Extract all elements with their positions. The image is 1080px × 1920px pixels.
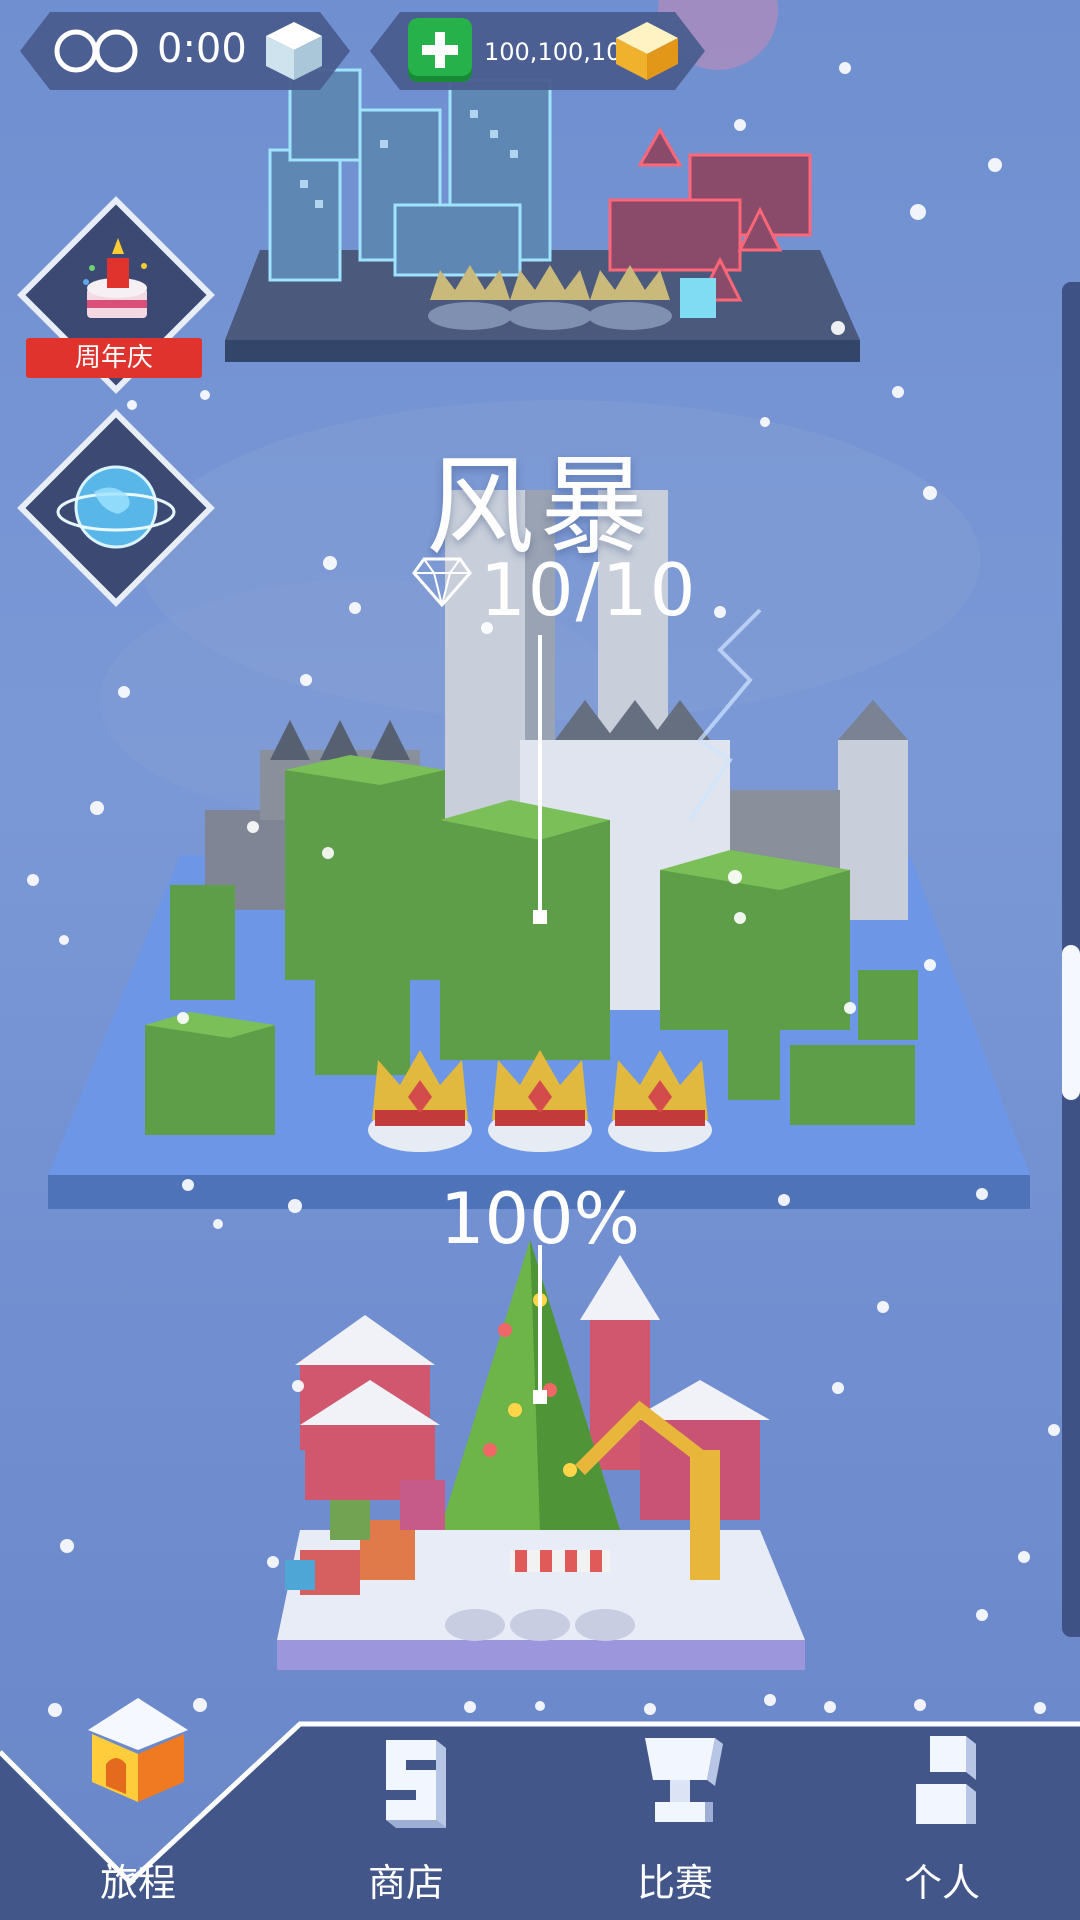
nav-match-label: 比赛 [636, 1861, 713, 1905]
shop-s-icon [386, 1740, 446, 1828]
nav-shop-label: 商店 [367, 1861, 444, 1905]
lives-timer: 0:00 [157, 26, 247, 72]
person-icon [916, 1736, 976, 1824]
nav-match[interactable]: 比赛 [585, 1738, 765, 1920]
birthday-cake-icon [83, 238, 147, 318]
anniversary-label: 周年庆 [26, 338, 202, 378]
nav-shop[interactable]: 商店 [316, 1740, 496, 1920]
completion-percent: 100% [439, 1178, 641, 1260]
nav-journey-label: 旅程 [99, 1861, 176, 1905]
nav-journey[interactable]: 旅程 [48, 1698, 228, 1920]
scrollbar-thumb[interactable] [1062, 945, 1080, 1100]
gold-gem-icon [616, 22, 678, 80]
white-cube-icon [266, 22, 322, 80]
nav-profile[interactable]: 个人 [852, 1736, 1032, 1920]
house-icon [88, 1698, 188, 1802]
christmas-level-diorama[interactable] [277, 1240, 805, 1670]
crowns [368, 1050, 712, 1152]
infinity-icon [54, 29, 138, 73]
nav-profile-label: 个人 [903, 1861, 980, 1905]
gems-progress: 10/10 [480, 548, 698, 632]
trophy-icon [645, 1738, 723, 1822]
city-level-diorama[interactable] [225, 68, 860, 362]
diamond-icon [412, 557, 472, 607]
add-currency-button[interactable] [408, 18, 472, 82]
